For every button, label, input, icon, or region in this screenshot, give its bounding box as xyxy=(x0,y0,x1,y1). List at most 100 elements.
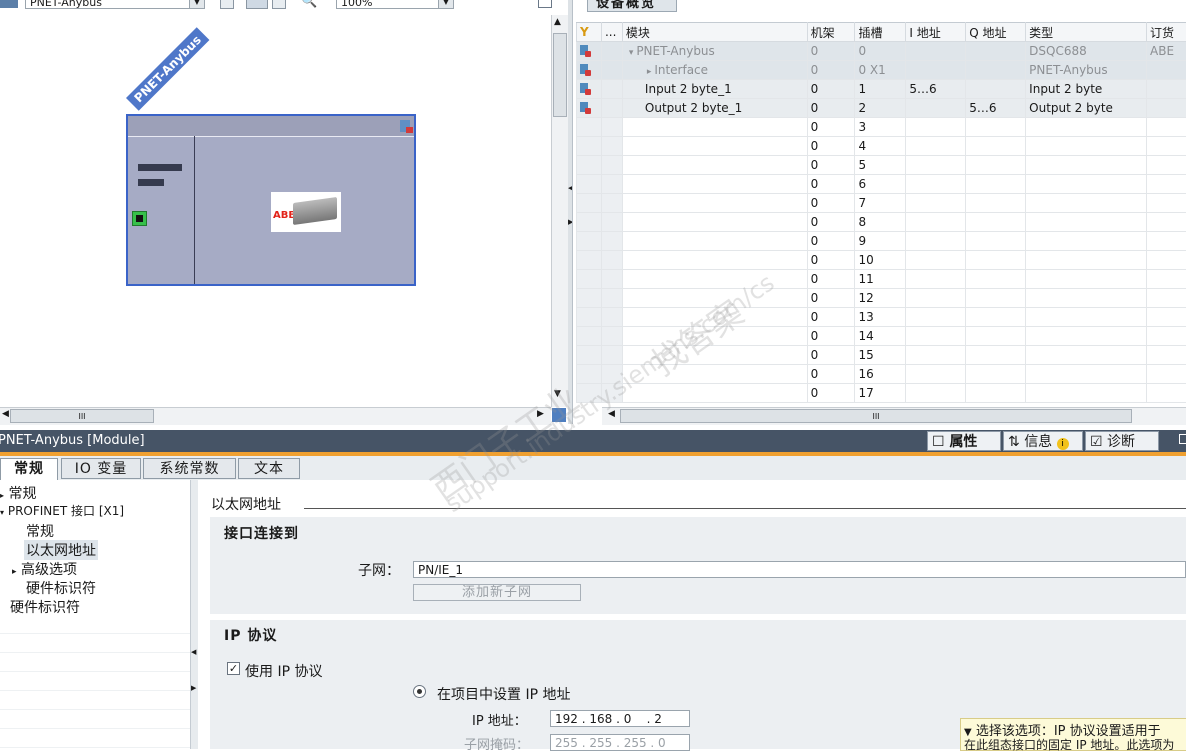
row-extra-cell[interactable] xyxy=(601,42,622,61)
row-status-cell[interactable] xyxy=(577,213,602,232)
scroll-left-icon[interactable]: ◀ xyxy=(608,409,615,419)
row-extra-cell[interactable] xyxy=(601,232,622,251)
cell-rack[interactable]: 0 xyxy=(807,327,855,346)
row-extra-cell[interactable] xyxy=(601,213,622,232)
cell-type[interactable] xyxy=(1026,327,1147,346)
cell-i-addr[interactable] xyxy=(906,99,966,118)
row-extra-cell[interactable] xyxy=(601,194,622,213)
cell-q-addr[interactable] xyxy=(966,308,1026,327)
cell-slot[interactable]: 15 xyxy=(855,346,906,365)
cell-rack[interactable]: 0 xyxy=(807,270,855,289)
nav-item-hwid-sub[interactable]: 硬件标识符 xyxy=(26,578,96,598)
column-header[interactable]: 模块 xyxy=(622,23,807,42)
row-extra-cell[interactable] xyxy=(601,175,622,194)
cell-q-addr[interactable] xyxy=(966,289,1026,308)
row-status-cell[interactable] xyxy=(577,327,602,346)
row-status-cell[interactable] xyxy=(577,80,602,99)
cell-slot[interactable]: 12 xyxy=(855,289,906,308)
cell-slot[interactable]: 10 xyxy=(855,251,906,270)
tab-device-overview[interactable]: 设备概览 xyxy=(587,0,677,12)
use-ip-checkbox[interactable]: ✓ xyxy=(227,662,240,675)
cell-slot[interactable]: 13 xyxy=(855,308,906,327)
cell-module[interactable]: ▾ PNET-Anybus xyxy=(622,42,807,61)
row-extra-cell[interactable] xyxy=(601,251,622,270)
table-row[interactable]: 07 xyxy=(577,194,1186,213)
cell-module[interactable] xyxy=(622,213,807,232)
table-row[interactable]: 011 xyxy=(577,270,1186,289)
row-status-cell[interactable] xyxy=(577,365,602,384)
cell-slot[interactable]: 4 xyxy=(855,137,906,156)
row-extra-cell[interactable] xyxy=(601,270,622,289)
table-row[interactable]: Input 2 byte_1015…6Input 2 byte xyxy=(577,80,1186,99)
cell-i-addr[interactable] xyxy=(906,118,966,137)
device-tag[interactable]: PNET-Anybus xyxy=(126,27,209,110)
scroll-thumb[interactable]: III xyxy=(10,409,154,423)
cell-order[interactable] xyxy=(1147,270,1186,289)
cell-type[interactable] xyxy=(1026,232,1147,251)
scroll-down-icon[interactable]: ▼ xyxy=(554,389,561,399)
cell-i-addr[interactable] xyxy=(906,42,966,61)
cell-i-addr[interactable] xyxy=(906,137,966,156)
cell-order[interactable] xyxy=(1147,346,1186,365)
chevron-down-icon[interactable]: ▼ xyxy=(438,0,453,8)
cell-order[interactable] xyxy=(1147,213,1186,232)
table-row[interactable]: 016 xyxy=(577,365,1186,384)
filter-icon[interactable]: Y xyxy=(580,25,589,39)
scroll-thumb[interactable] xyxy=(553,33,567,117)
cell-module[interactable]: Output 2 byte_1 xyxy=(622,99,807,118)
cell-q-addr[interactable] xyxy=(966,175,1026,194)
cell-order[interactable] xyxy=(1147,384,1186,403)
table-row[interactable]: 015 xyxy=(577,346,1186,365)
cell-rack[interactable]: 0 xyxy=(807,251,855,270)
cell-module[interactable] xyxy=(622,270,807,289)
collapse-left-icon[interactable]: ◀ xyxy=(191,648,196,656)
cell-type[interactable]: PNET-Anybus xyxy=(1026,61,1147,80)
cell-rack[interactable]: 0 xyxy=(807,61,855,80)
row-status-cell[interactable] xyxy=(577,289,602,308)
cell-type[interactable]: Input 2 byte xyxy=(1026,80,1147,99)
cell-order[interactable] xyxy=(1147,175,1186,194)
cell-type[interactable] xyxy=(1026,194,1147,213)
row-status-cell[interactable] xyxy=(577,61,602,80)
row-status-cell[interactable] xyxy=(577,384,602,403)
cell-slot[interactable]: 2 xyxy=(855,99,906,118)
row-extra-cell[interactable] xyxy=(601,118,622,137)
expand-overview-icon[interactable] xyxy=(552,408,566,422)
row-status-cell[interactable] xyxy=(577,232,602,251)
cell-q-addr[interactable] xyxy=(966,327,1026,346)
cell-q-addr[interactable] xyxy=(966,137,1026,156)
column-header[interactable]: ... xyxy=(601,23,622,42)
cell-i-addr[interactable] xyxy=(906,232,966,251)
cell-i-addr[interactable] xyxy=(906,327,966,346)
cell-q-addr[interactable] xyxy=(966,251,1026,270)
cell-type[interactable] xyxy=(1026,365,1147,384)
cell-module[interactable] xyxy=(622,137,807,156)
device-view-hscroll[interactable]: ◀ III ▶ xyxy=(0,407,551,425)
table-row[interactable]: 013 xyxy=(577,308,1186,327)
cell-rack[interactable]: 0 xyxy=(807,118,855,137)
cell-q-addr[interactable] xyxy=(966,156,1026,175)
row-status-cell[interactable] xyxy=(577,99,602,118)
ip-address-input[interactable]: 192 . 168 . 0 . 2 xyxy=(550,710,690,727)
chevron-down-icon[interactable]: ▼ xyxy=(189,0,204,8)
cell-slot[interactable]: 11 xyxy=(855,270,906,289)
row-extra-cell[interactable] xyxy=(601,137,622,156)
row-extra-cell[interactable] xyxy=(601,61,622,80)
row-status-cell[interactable] xyxy=(577,118,602,137)
cell-rack[interactable]: 0 xyxy=(807,99,855,118)
panel-toggle-icon[interactable] xyxy=(538,0,552,8)
cell-type[interactable] xyxy=(1026,118,1147,137)
set-ip-radio[interactable] xyxy=(413,685,426,698)
cell-i-addr[interactable] xyxy=(906,175,966,194)
cell-order[interactable] xyxy=(1147,99,1186,118)
cell-order[interactable] xyxy=(1147,308,1186,327)
cell-q-addr[interactable] xyxy=(966,194,1026,213)
cell-q-addr[interactable] xyxy=(966,213,1026,232)
cell-module[interactable] xyxy=(622,194,807,213)
cell-i-addr[interactable] xyxy=(906,61,966,80)
table-row[interactable]: ▾ PNET-Anybus00DSQC688ABE xyxy=(577,42,1186,61)
cell-slot[interactable]: 0 xyxy=(855,42,906,61)
table-row[interactable]: 012 xyxy=(577,289,1186,308)
row-extra-cell[interactable] xyxy=(601,156,622,175)
cell-q-addr[interactable] xyxy=(966,384,1026,403)
